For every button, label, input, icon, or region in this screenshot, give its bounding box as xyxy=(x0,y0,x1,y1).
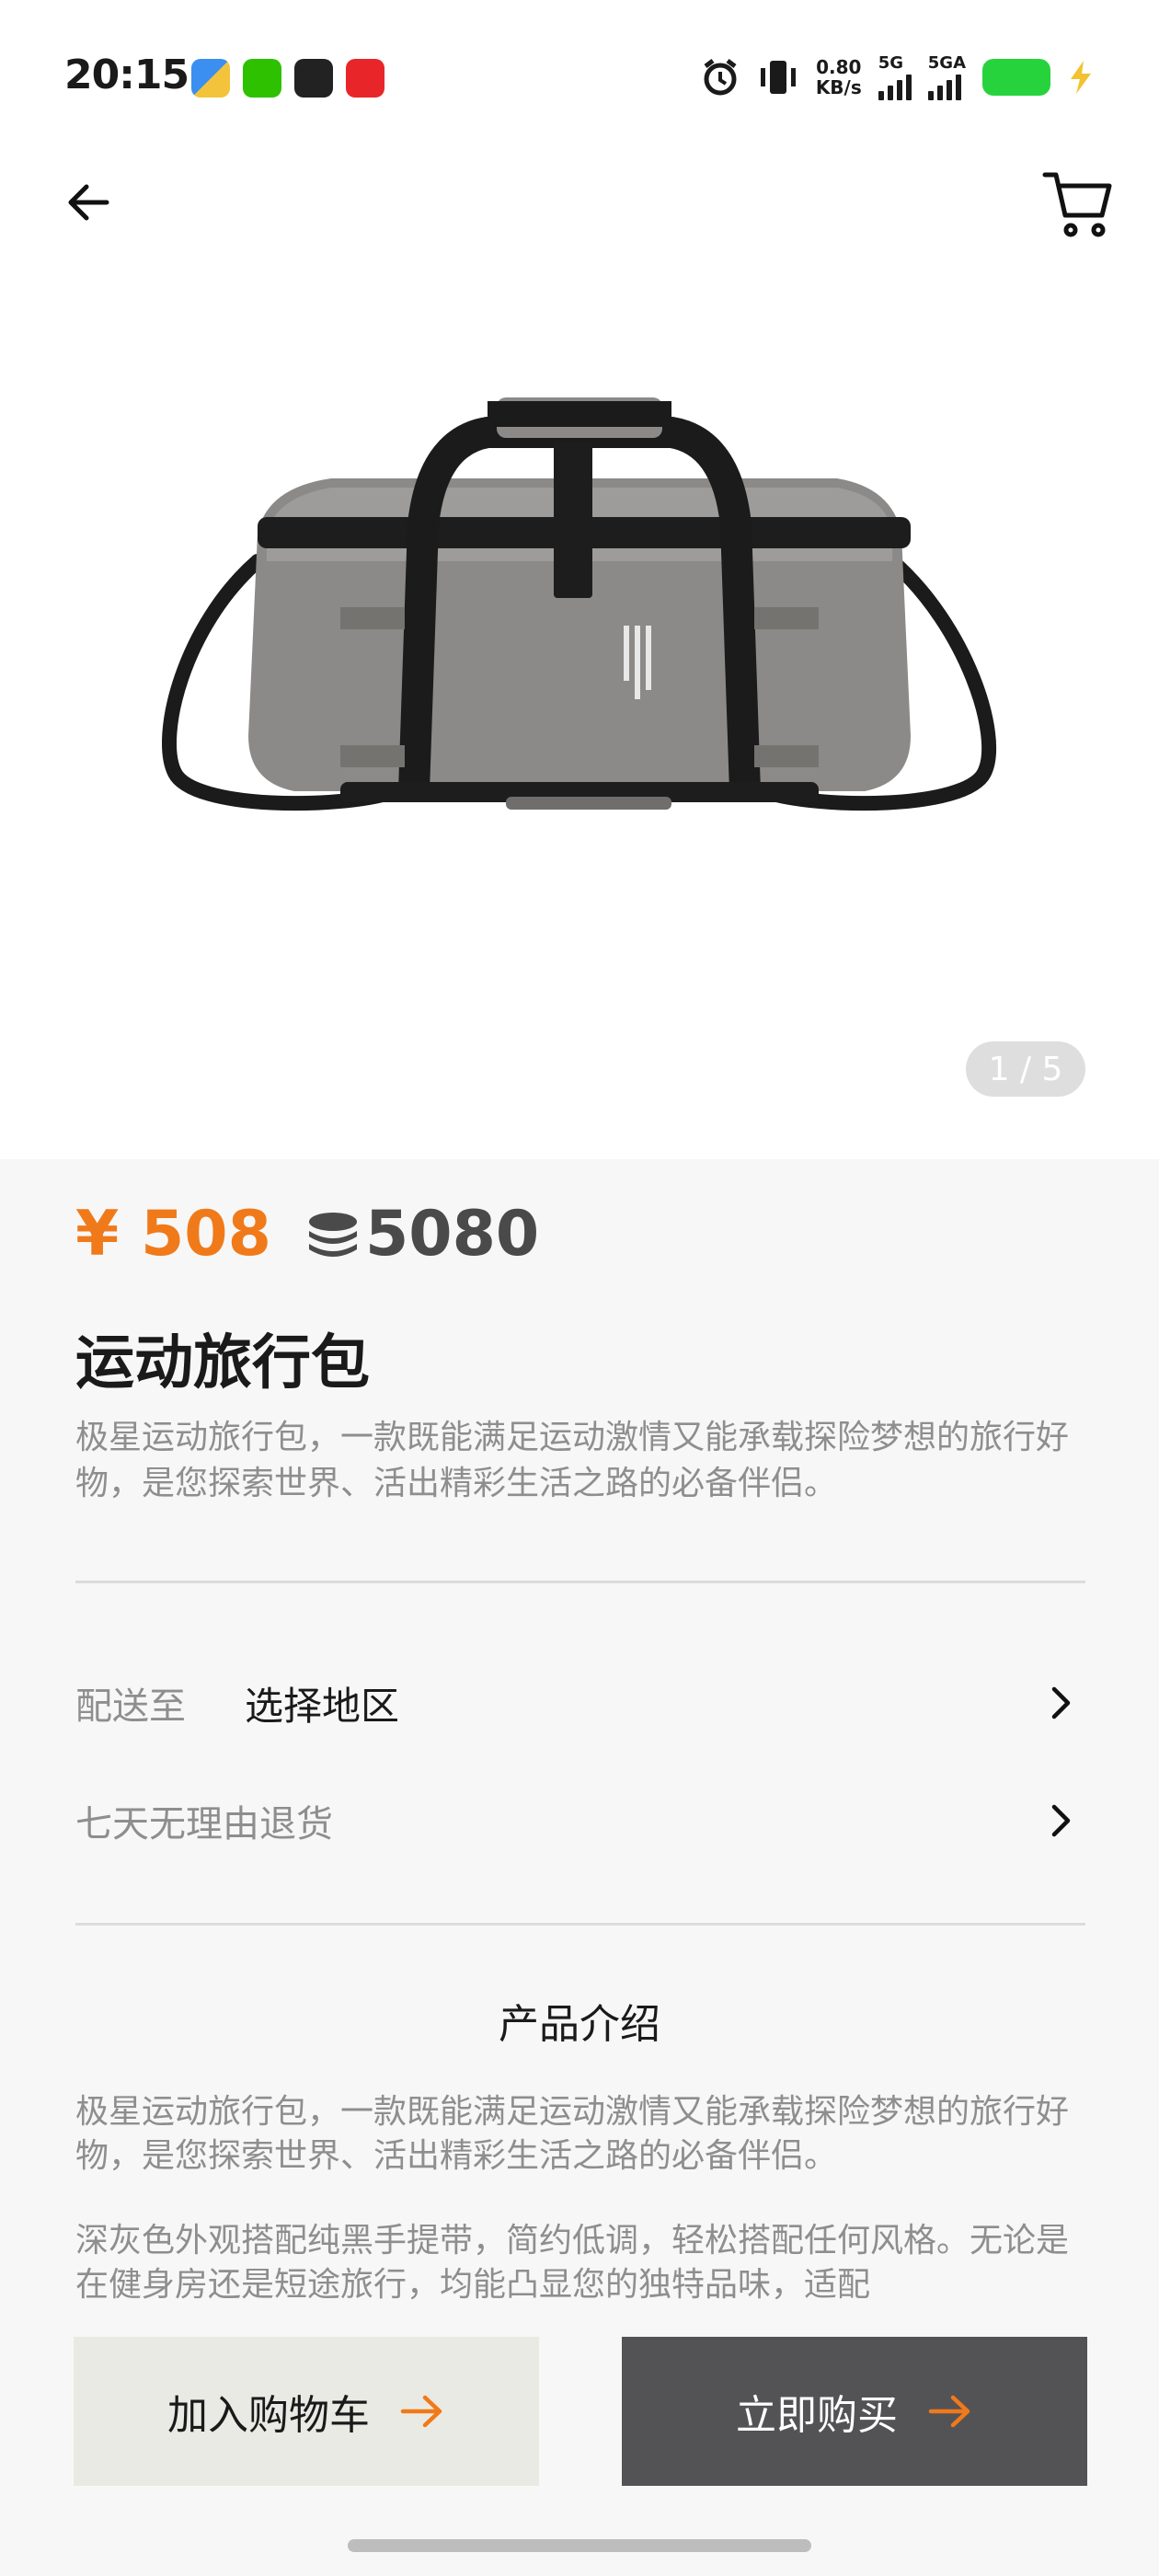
points-price: 5080 xyxy=(364,1198,540,1271)
signal-2: 5GA xyxy=(927,53,966,100)
product-image xyxy=(162,397,997,811)
signal-1: 5G xyxy=(878,53,912,100)
signal-1-label: 5G xyxy=(878,53,904,73)
home-indicator[interactable] xyxy=(348,2539,811,2552)
top-nav xyxy=(0,147,1159,258)
status-time: 20:15 xyxy=(64,52,189,98)
product-gallery[interactable]: 1 / 5 xyxy=(0,258,1159,1159)
signal-2-label: 5GA xyxy=(927,53,966,73)
vibrate-icon xyxy=(760,60,796,94)
intro-paragraph-1: 极星运动旅行包，一款既能满足运动激情又能承载探险梦想的旅行好物，是您探索世界、活… xyxy=(75,2093,1070,2175)
cart-button[interactable] xyxy=(1039,166,1117,243)
coins-icon xyxy=(306,1211,360,1259)
status-right: 0.80 KB/s 5G 5GA xyxy=(700,53,1095,100)
price: ¥ 508 xyxy=(75,1198,271,1271)
buy-now-button[interactable]: 立即购买 xyxy=(622,2337,1087,2486)
return-policy-label: 七天无理由退货 xyxy=(75,1803,333,1846)
delivery-label: 配送至 xyxy=(75,1685,186,1728)
product-title: 运动旅行包 xyxy=(75,1329,370,1397)
return-policy-row[interactable]: 七天无理由退货 xyxy=(75,1779,1085,1862)
alarm-icon xyxy=(704,58,737,95)
signal-bars-icon xyxy=(878,75,912,100)
image-counter: 1 / 5 xyxy=(966,1041,1085,1097)
intro-paragraph-2: 深灰色外观搭配纯黑手提带，简约低调，轻松搭配任何风格。无论是在健身房还是短途旅行… xyxy=(75,2222,1070,2304)
product-description: 极星运动旅行包，一款既能满足运动激情又能承载探险梦想的旅行好物，是您探索世界、活… xyxy=(75,1419,1070,1502)
arrow-left-icon xyxy=(68,184,109,221)
shopping-cart-icon xyxy=(1042,172,1112,237)
chevron-right-icon xyxy=(1051,1804,1071,1837)
signal-bars-icon xyxy=(927,75,961,100)
app-notification-icon xyxy=(191,59,230,98)
wechat-icon xyxy=(243,59,281,98)
price-row: ¥ 508 5080 xyxy=(75,1198,539,1271)
battery-icon xyxy=(982,58,1050,96)
back-button[interactable] xyxy=(61,175,116,230)
divider xyxy=(75,1923,1085,1926)
notification-icons xyxy=(191,59,384,98)
divider xyxy=(75,1581,1085,1583)
app-red-icon xyxy=(346,59,384,98)
buy-now-label: 立即购买 xyxy=(736,2392,898,2439)
add-to-cart-button[interactable]: 加入购物车 xyxy=(74,2337,539,2486)
arrow-right-icon xyxy=(400,2395,442,2428)
charging-icon xyxy=(1071,60,1091,94)
add-to-cart-label: 加入购物车 xyxy=(167,2392,370,2439)
app-dark-icon xyxy=(294,59,333,98)
chevron-right-icon xyxy=(1051,1686,1071,1719)
delivery-region-value: 选择地区 xyxy=(245,1683,400,1729)
network-speed-unit: KB/s xyxy=(815,75,862,98)
status-bar: 20:15 0.80 KB/s 5G 5GA xyxy=(0,0,1159,147)
network-speed-value: 0.80 xyxy=(816,55,862,78)
intro-section-title: 产品介绍 xyxy=(499,2001,660,2048)
network-speed: 0.80 KB/s xyxy=(816,57,862,98)
delivery-row[interactable]: 配送至 选择地区 xyxy=(75,1662,1085,1744)
arrow-right-icon xyxy=(928,2395,970,2428)
